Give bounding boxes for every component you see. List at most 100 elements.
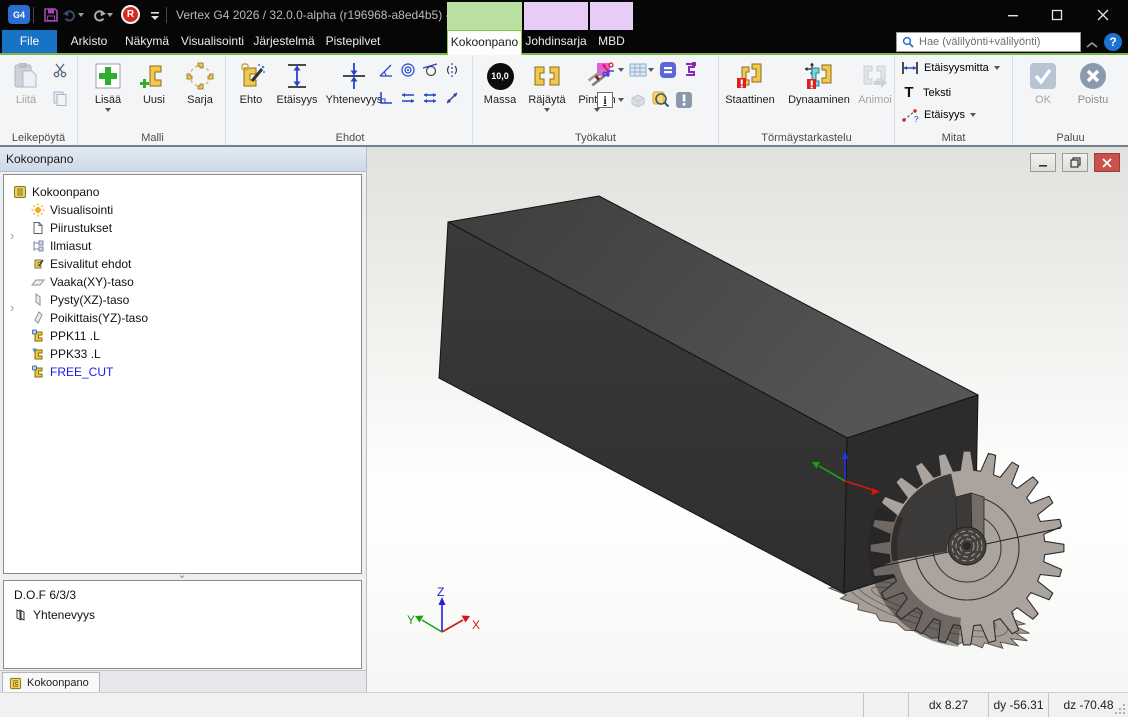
group-label: Leikepöytä (0, 132, 77, 144)
tree-item-ppk33[interactable]: PPK33 .L (4, 345, 101, 363)
concentric-constraint-icon[interactable] (398, 61, 418, 79)
quick-access-customize[interactable] (148, 5, 162, 25)
constraint-button[interactable]: Ehto (230, 58, 272, 106)
coincident-point-constraint-icon[interactable] (442, 89, 462, 107)
tab-visualisointi[interactable]: Visualisointi (177, 30, 248, 53)
undo-button[interactable] (62, 5, 84, 25)
tab-mbd[interactable]: MBD (590, 30, 633, 53)
group-label: Työkalut (473, 132, 718, 144)
status-dy: dy -56.31 (988, 693, 1048, 717)
new-component-button[interactable]: Uusi (132, 58, 176, 106)
collapse-ribbon-button[interactable] (1086, 36, 1098, 54)
clamp-icon[interactable] (680, 61, 700, 79)
explode-button[interactable]: Räjäytä (523, 58, 571, 115)
grid-table-icon[interactable] (628, 61, 648, 79)
mass-icon: 10,0 (487, 63, 514, 90)
mdi-restore-button[interactable] (1062, 153, 1088, 172)
tab-file[interactable]: File (2, 30, 57, 53)
mdi-minimize-button[interactable] (1030, 153, 1056, 172)
cut-button[interactable] (50, 61, 70, 79)
ok-button[interactable]: OK (1021, 58, 1065, 106)
maximize-button[interactable] (1040, 0, 1074, 30)
redo-button[interactable] (91, 5, 113, 25)
constraint-list-item[interactable]: Yhtenevyys (14, 608, 95, 622)
static-collision-button[interactable]: Staattinen (721, 58, 779, 106)
svg-text:?: ? (914, 115, 919, 123)
info-dropdown[interactable] (618, 98, 624, 105)
equal-distance-constraint-icon[interactable] (420, 89, 440, 107)
info-button[interactable]: i (595, 91, 615, 109)
constraint-icon (236, 58, 266, 94)
zoom-check-icon[interactable] (651, 91, 671, 109)
run-badge[interactable]: R (121, 5, 140, 24)
tree-item-free-cut-selected[interactable]: FREE_CUT (4, 363, 113, 381)
kinematics-icon[interactable] (598, 61, 618, 79)
panel-header: Kokoonpano (0, 147, 366, 172)
info-icon: i (597, 92, 613, 108)
save-button[interactable] (40, 5, 62, 25)
help-button[interactable]: ? (1104, 33, 1122, 51)
ribbon-group-model: Lisää Uusi (80, 55, 226, 145)
tab-kokoonpano-active[interactable]: Kokoonpano (447, 30, 522, 55)
app-logo[interactable]: G4 (8, 5, 30, 24)
ribbon-group-back: OK Poistu Paluu (1013, 55, 1128, 145)
tree-item-piirustukset[interactable]: Piirustukset (4, 219, 112, 237)
ribbon-group-dimensions: Etäisyysmitta T Teksti ? Etäisyys Mitat (895, 55, 1013, 145)
distance-query-button[interactable]: ? Etäisyys (901, 107, 976, 123)
add-component-button[interactable]: Lisää (86, 58, 130, 115)
ribbon: Liitä Leikepöytä (0, 55, 1128, 145)
distance-constraint-icon (283, 58, 311, 94)
maximize-icon (1051, 9, 1063, 21)
tangent-constraint-icon[interactable] (420, 61, 440, 79)
symmetry-constraint-icon[interactable] (442, 61, 462, 79)
resize-grip[interactable] (1114, 703, 1126, 715)
kinematics-dropdown[interactable] (618, 68, 624, 75)
copy-button[interactable] (50, 89, 70, 107)
parallel-constraint-icon[interactable] (398, 89, 418, 107)
dynamic-collision-button[interactable]: Dynaaminen (781, 58, 857, 106)
panel-tab-kokoonpano[interactable]: Kokoonpano (2, 672, 100, 693)
search-input[interactable]: Hae (välilyönti+välilyönti) (896, 32, 1081, 52)
search-placeholder: Hae (välilyönti+välilyönti) (919, 36, 1040, 48)
new-component-icon (139, 58, 169, 94)
close-button[interactable] (1086, 0, 1120, 30)
window-title: Vertex G4 2026 / 32.0.0-alpha (r196968-a… (176, 0, 466, 30)
distance-constraint-button[interactable]: Etäisyys (272, 58, 322, 106)
angle-constraint-icon[interactable] (376, 61, 396, 79)
tab-pistepilvet[interactable]: Pistepilvet (320, 30, 386, 53)
series-button[interactable]: Sarja (177, 58, 223, 106)
tab-nakyma[interactable]: Näkymä (119, 30, 175, 53)
warning-icon[interactable] (674, 91, 694, 109)
tree-item-poikittais-yz-taso[interactable]: Poikittais(YZ)-taso (4, 309, 148, 327)
solid-box-icon[interactable] (628, 91, 648, 109)
tree-item-visualisointi[interactable]: › Visualisointi (4, 201, 113, 219)
equal-values-icon[interactable] (658, 61, 678, 79)
tree-item-ilmiasut[interactable]: › Ilmiasut (4, 237, 91, 255)
tree-item-assembly-root[interactable]: Kokoonpano (4, 183, 99, 201)
tab-jarjestelma[interactable]: Järjestelmä (250, 30, 318, 53)
contextual-tab-header-purple (590, 2, 633, 30)
ribbon-group-tools: 10,0 Massa Räjäytä (473, 55, 719, 145)
mass-button[interactable]: 10,0 Massa (478, 58, 522, 106)
tree-item-pysty-xz-taso[interactable]: Pysty(XZ)-taso (4, 291, 129, 309)
tree-item-vaaka-xy-taso[interactable]: Vaaka(XY)-taso (4, 273, 134, 291)
distance-measure-button[interactable]: Etäisyysmitta (901, 61, 1000, 75)
paste-button[interactable]: Liitä (4, 58, 48, 106)
grid-table-dropdown[interactable] (648, 68, 654, 75)
tree-item-ppk11[interactable]: PPK11 .L (4, 327, 100, 345)
assembly-tree: Kokoonpano › Visualisointi Piirustukset … (3, 174, 362, 574)
text-dimension-button[interactable]: T Teksti (901, 84, 951, 101)
tab-johdinsarja[interactable]: Johdinsarja (524, 30, 588, 53)
separator (166, 7, 167, 23)
perpendicular-constraint-icon[interactable] (376, 89, 396, 107)
viewport-canvas[interactable]: Z Y X (367, 147, 1128, 692)
tab-arkisto[interactable]: Arkisto (61, 30, 117, 53)
mdi-close-button[interactable] (1094, 153, 1120, 172)
animate-collision-button[interactable]: Animoi (855, 58, 895, 106)
tree-item-esivalitut-ehdot[interactable]: Esivalitut ehdot (4, 255, 131, 273)
exit-button[interactable]: Poistu (1069, 58, 1117, 106)
assembly-icon (12, 185, 28, 199)
add-icon (93, 58, 123, 94)
constraint-item-label: Yhtenevyys (33, 608, 95, 622)
minimize-button[interactable] (996, 0, 1030, 30)
